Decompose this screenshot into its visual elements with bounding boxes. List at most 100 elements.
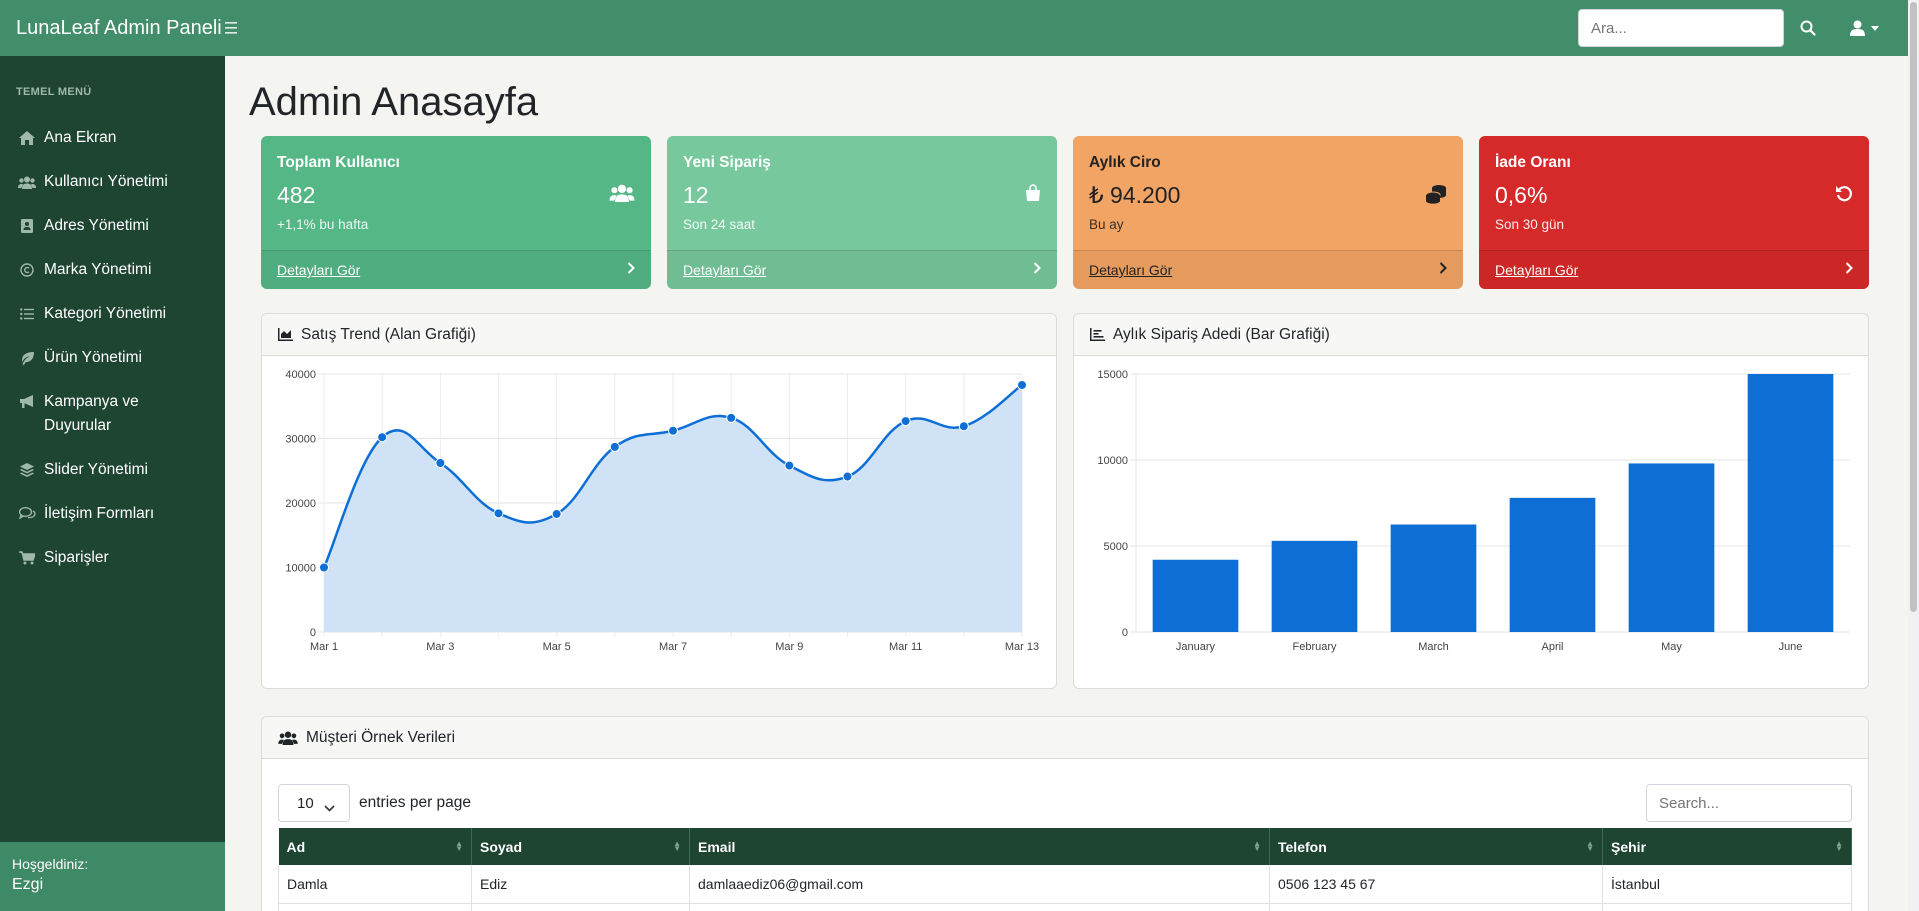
- stat-card-subtitle: +1,1% bu hafta: [277, 217, 369, 232]
- entries-per-page-select[interactable]: 10: [278, 784, 350, 822]
- y-tick-label: 40000: [285, 369, 316, 381]
- sidebar-item-campaigns[interactable]: Kampanya ve Duyurular: [0, 380, 225, 448]
- details-link[interactable]: Detayları Gör: [1089, 262, 1172, 278]
- sidebar-item-products[interactable]: Ürün Yönetimi: [0, 336, 225, 380]
- cell-email: [689, 903, 1270, 911]
- stat-card-title: Aylık Ciro: [1089, 154, 1161, 171]
- chevron-right-icon[interactable]: [1845, 261, 1853, 279]
- search-input[interactable]: [1578, 9, 1784, 47]
- leaf-icon: [16, 346, 38, 370]
- home-icon: [16, 126, 38, 150]
- x-tick-label: Mar 13: [1005, 641, 1039, 653]
- cell-phone: [1269, 903, 1603, 911]
- y-tick-label: 0: [310, 627, 316, 639]
- chevron-down-icon: [324, 799, 335, 816]
- chevron-right-icon[interactable]: [1033, 261, 1041, 279]
- sidebar: TEMEL MENÜ Ana Ekran Kullanıcı Yönetimi …: [0, 56, 225, 911]
- user-menu-button[interactable]: [1850, 20, 1879, 36]
- x-tick-label: Mar 3: [426, 641, 454, 653]
- data-point: [551, 508, 562, 519]
- details-link[interactable]: Detayları Gör: [1495, 262, 1578, 278]
- bar: [1747, 374, 1834, 632]
- area-chart-icon: [278, 328, 293, 341]
- top-navbar: LunaLeaf Admin Paneli: [0, 0, 1919, 56]
- users-icon: [609, 184, 635, 207]
- bar: [1390, 524, 1477, 632]
- sales-trend-chart: 0 10000 20000 30000 40000 Mar 1 Mar 3 Mar 5 Mar …: [285, 369, 1039, 653]
- monthly-orders-panel: Aylık Sipariş Adedi (Bar Grafiği) 0 5000 1…: [1073, 313, 1869, 689]
- x-tick-label: April: [1541, 641, 1563, 653]
- table-row: [278, 903, 1852, 911]
- cell-first-name: [278, 903, 472, 911]
- sort-icon: ▲ ▼: [455, 839, 463, 853]
- sales-trend-panel: Satış Trend (Alan Grafiği) 0 10000 20000 30…: [261, 313, 1057, 689]
- y-tick-label: 0: [1122, 627, 1128, 639]
- panel-title: Aylık Sipariş Adedi (Bar Grafiği): [1113, 325, 1330, 343]
- sidebar-item-orders[interactable]: Siparişler: [0, 536, 225, 580]
- x-tick-label: Mar 7: [659, 641, 687, 653]
- user-icon: [1850, 20, 1865, 36]
- sidebar-item-label: Slider Yönetimi: [44, 461, 148, 478]
- chevron-right-icon[interactable]: [627, 261, 635, 279]
- stat-card-orders: Yeni Sipariş 12 Son 24 saat Detayları Gö…: [667, 136, 1057, 289]
- welcome-label: Hoşgeldiniz:: [12, 856, 89, 872]
- sidebar-item-users[interactable]: Kullanıcı Yönetimi: [0, 160, 225, 204]
- sidebar-item-slider[interactable]: Slider Yönetimi: [0, 448, 225, 492]
- shopping-bag-icon: [1025, 184, 1041, 207]
- megaphone-icon: [16, 390, 38, 414]
- data-point: [609, 441, 620, 452]
- entries-per-page-label: entries per page: [359, 794, 472, 811]
- stat-card-revenue: Aylık Ciro ₺ 94.200 Bu ay Detayları Gör: [1073, 136, 1463, 289]
- stat-card-title: Yeni Sipariş: [683, 154, 771, 171]
- y-tick-label: 30000: [285, 434, 316, 446]
- sidebar-item-home[interactable]: Ana Ekran: [0, 116, 225, 160]
- sort-icon: ▲ ▼: [1253, 839, 1261, 853]
- sidebar-item-categories[interactable]: Kategori Yönetimi: [0, 292, 225, 336]
- cell-city: [1602, 903, 1852, 911]
- data-point: [842, 471, 853, 482]
- sidebar-item-label: İletişim Formları: [44, 505, 155, 522]
- cart-icon: [16, 546, 38, 570]
- column-header-last-name[interactable]: Soyad ▲ ▼: [471, 828, 690, 865]
- column-header-email[interactable]: Email ▲ ▼: [689, 828, 1270, 865]
- app-title[interactable]: LunaLeaf Admin Paneli: [0, 17, 225, 40]
- sidebar-item-label: Adres Yönetimi: [44, 217, 149, 234]
- data-point: [726, 412, 737, 423]
- y-tick-label: 10000: [285, 563, 316, 575]
- list-icon: [16, 302, 38, 326]
- stat-card-title: İade Oranı: [1495, 154, 1571, 171]
- sidebar-item-label: Ürün Yönetimi: [44, 349, 142, 366]
- comments-icon: [16, 502, 38, 526]
- cell-phone: 0506 123 45 67: [1269, 865, 1603, 904]
- bar: [1628, 463, 1715, 632]
- menu-toggle-icon[interactable]: [225, 18, 239, 39]
- data-point: [958, 421, 969, 432]
- stat-card-title: Toplam Kullanıcı: [277, 154, 400, 171]
- sidebar-item-address[interactable]: Adres Yönetimi: [0, 204, 225, 248]
- stat-card-subtitle: Son 30 gün: [1495, 217, 1565, 232]
- column-header-first-name[interactable]: Ad ▲ ▼: [278, 828, 472, 865]
- sidebar-item-contact-forms[interactable]: İletişim Formları: [0, 492, 225, 536]
- x-tick-label: March: [1418, 641, 1449, 653]
- search-button[interactable]: [1788, 9, 1828, 47]
- details-link[interactable]: Detayları Gör: [277, 262, 360, 278]
- sidebar-item-label: Kullanıcı Yönetimi: [44, 173, 168, 190]
- details-link[interactable]: Detayları Gör: [683, 262, 766, 278]
- x-tick-label: January: [1176, 641, 1216, 653]
- page-scrollbar[interactable]: [1908, 0, 1919, 911]
- sidebar-item-label: Ana Ekran: [44, 129, 117, 146]
- scrollbar-thumb[interactable]: [1910, 2, 1917, 612]
- bar: [1271, 540, 1358, 632]
- y-tick-label: 10000: [1097, 455, 1128, 467]
- customers-table: Ad ▲ ▼ Soyad ▲ ▼ Email ▲ ▼ Telefon ▲ ▼ Şehir ▲ ▼ D…: [278, 828, 1852, 911]
- x-tick-label: February: [1292, 641, 1337, 653]
- data-point: [784, 460, 795, 471]
- table-search-input[interactable]: [1646, 784, 1852, 822]
- stat-card-value: 482: [277, 182, 316, 208]
- sidebar-footer: Hoşgeldiniz: Ezgi: [0, 842, 225, 911]
- column-header-city[interactable]: Şehir ▲ ▼: [1602, 828, 1852, 865]
- sidebar-item-brands[interactable]: Marka Yönetimi: [0, 248, 225, 292]
- chevron-right-icon[interactable]: [1439, 261, 1447, 279]
- column-header-phone[interactable]: Telefon ▲ ▼: [1269, 828, 1603, 865]
- data-point: [668, 425, 678, 436]
